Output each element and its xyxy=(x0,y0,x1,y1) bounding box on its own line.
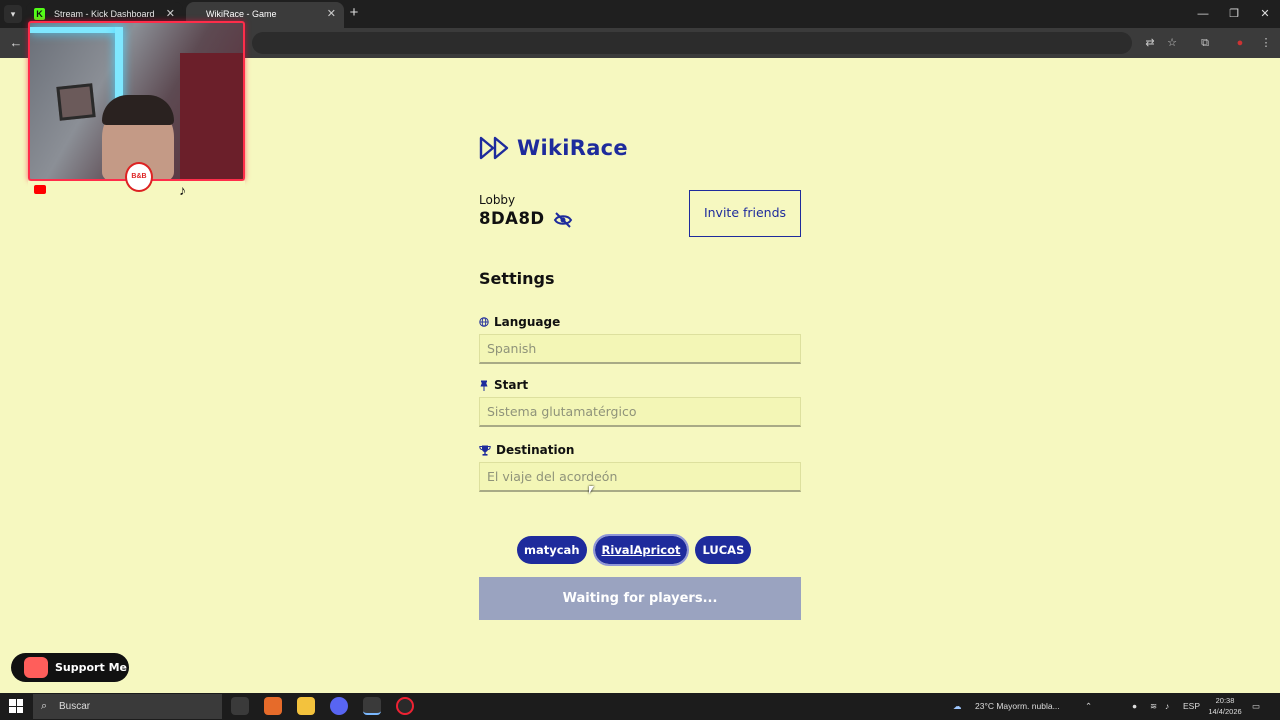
new-tab-button[interactable]: + xyxy=(346,4,362,22)
taskbar-search-placeholder: Buscar xyxy=(59,701,91,712)
bookmark-star-icon[interactable]: ☆ xyxy=(1164,35,1180,51)
tab-label: Stream - Kick Dashboard xyxy=(54,9,155,19)
language-label: Language xyxy=(479,315,560,329)
tab-close-icon[interactable]: ✕ xyxy=(327,2,336,26)
file-explorer-icon[interactable] xyxy=(297,697,315,715)
profile-avatar-icon[interactable]: ● xyxy=(1232,35,1248,51)
led-strip xyxy=(30,27,122,33)
brand-header[interactable]: WikiRace xyxy=(479,134,628,162)
lobby-label: Lobby xyxy=(479,193,516,207)
search-icon: ⌕ xyxy=(41,700,48,712)
settings-heading: Settings xyxy=(479,269,555,288)
weather-icon[interactable]: ☁ xyxy=(953,693,969,720)
tray-chevron-icon[interactable]: ⌃ xyxy=(1085,693,1095,720)
browser-menu-icon[interactable]: ⋮ xyxy=(1258,35,1274,51)
obs-icon[interactable] xyxy=(396,697,414,715)
start-label: Start xyxy=(479,378,528,392)
start-article-input[interactable]: Sistema glutamatérgico xyxy=(479,397,801,427)
channel-badge-icon: B&B xyxy=(125,162,153,192)
discord-icon[interactable] xyxy=(330,697,348,715)
clock-time: 20:38 xyxy=(1215,696,1235,705)
clock-date: 14/4/2026 xyxy=(1208,707,1242,716)
eye-off-icon[interactable] xyxy=(553,211,573,229)
destination-label-text: Destination xyxy=(496,443,575,457)
input-language[interactable]: ESP xyxy=(1183,693,1203,720)
volume-icon[interactable]: ♪ xyxy=(1165,693,1175,720)
tab-label: WikiRace - Game xyxy=(206,9,277,19)
curtain xyxy=(180,53,243,179)
waiting-for-players-button[interactable]: Waiting for players... xyxy=(479,577,801,620)
wifi-icon[interactable]: ≋ xyxy=(1150,693,1160,720)
player-chip[interactable]: LUCAS xyxy=(695,536,752,564)
brand-name: WikiRace xyxy=(517,136,628,160)
support-me-button[interactable]: Support Me xyxy=(11,653,129,682)
task-view-icon[interactable] xyxy=(231,697,249,715)
player-chip-self[interactable]: RivalApricot xyxy=(592,534,690,566)
language-select[interactable]: Spanish xyxy=(479,334,801,364)
destination-article-input[interactable]: El viaje del acordeón xyxy=(479,462,801,492)
notifications-icon[interactable]: ▭ xyxy=(1252,693,1266,720)
back-arrow-icon[interactable]: ← xyxy=(6,33,26,53)
extensions-icon[interactable]: ⧉ xyxy=(1197,35,1213,51)
lobby-code: 8DA8D xyxy=(479,209,545,228)
pin-icon xyxy=(480,380,488,391)
kick-favicon-icon: K xyxy=(34,8,45,20)
trophy-icon xyxy=(479,445,491,456)
tiktok-icon: ♪ xyxy=(179,182,186,198)
support-me-label: Support Me xyxy=(55,661,127,674)
destination-label: Destination xyxy=(479,443,574,457)
chrome-icon[interactable] xyxy=(363,697,381,715)
streamer-hair xyxy=(102,95,174,125)
globe-icon xyxy=(479,317,489,327)
player-list: matycah RivalApricot LUCAS xyxy=(517,534,752,566)
webcam-overlay xyxy=(28,21,245,181)
ko-fi-cup-icon xyxy=(24,657,48,678)
close-window-button[interactable]: ✕ xyxy=(1256,5,1274,23)
address-bar[interactable] xyxy=(252,32,1132,54)
wall-picture xyxy=(56,83,96,121)
translate-icon[interactable]: ⇄ xyxy=(1142,35,1158,51)
fast-forward-logo-icon xyxy=(479,136,509,160)
start-label-text: Start xyxy=(494,378,529,392)
tab-search-button[interactable]: ▾ xyxy=(4,5,22,23)
mouse-cursor-icon xyxy=(589,486,594,494)
copilot-icon[interactable] xyxy=(264,697,282,715)
youtube-icon xyxy=(34,185,46,194)
maximize-button[interactable]: ❐ xyxy=(1225,5,1243,23)
microphone-icon[interactable]: ● xyxy=(1132,693,1142,720)
invite-friends-button[interactable]: Invite friends xyxy=(689,190,801,237)
taskbar-search[interactable]: ⌕ Buscar xyxy=(33,694,222,719)
windows-start-icon[interactable] xyxy=(9,699,23,713)
language-label-text: Language xyxy=(494,315,561,329)
player-chip[interactable]: matycah xyxy=(517,536,587,564)
minimize-button[interactable]: — xyxy=(1194,5,1212,23)
weather-text[interactable]: 23°C Mayorm. nubla... xyxy=(975,693,1075,720)
system-clock[interactable]: 20:38 14/4/2026 xyxy=(1204,695,1246,717)
windows-taskbar: ⌕ Buscar ☁ 23°C Mayorm. nubla... ⌃ ● ≋ ♪… xyxy=(0,693,1280,720)
